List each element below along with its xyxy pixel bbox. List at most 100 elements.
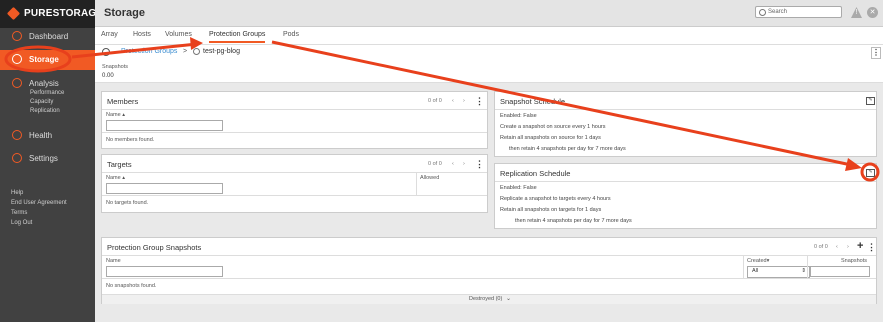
sidebar-item-label: Dashboard (29, 32, 69, 41)
tab-pods[interactable]: Pods (283, 31, 299, 38)
pg-snapshots-pager: 0 of 0 (814, 244, 828, 250)
sidebar-item-label: Analysis (29, 79, 59, 88)
breadcrumb-separator: > (183, 48, 188, 55)
pg-snapshots-menu-icon[interactable]: ⋮ (867, 242, 876, 253)
prev-page-icon[interactable]: ‹ (452, 98, 454, 104)
back-icon[interactable] (102, 48, 110, 56)
snapshot-schedule-title: Snapshot Schedule (500, 97, 566, 106)
members-menu-icon[interactable]: ⋮ (475, 96, 484, 107)
close-icon[interactable]: ✕ (867, 7, 878, 18)
replication-every-line: Replicate a snapshot to targets every 4 … (500, 196, 611, 202)
tab-array[interactable]: Array (101, 31, 118, 38)
targets-menu-icon[interactable]: ⋮ (475, 159, 484, 170)
pg-snapshots-name-filter[interactable] (106, 266, 223, 277)
sidebar-subitem-replication[interactable]: Replication (30, 108, 60, 114)
members-col-name[interactable]: Name ▴ (106, 112, 125, 118)
divider (495, 181, 876, 182)
col-label: Created (747, 258, 767, 264)
brand-name: PURESTORAGE (24, 8, 104, 19)
enabled-value: False (523, 185, 537, 191)
pg-snapshots-col-name[interactable]: Name (106, 258, 121, 264)
pg-snapshots-col-snapshots[interactable]: Snapshots (841, 258, 867, 264)
targets-title: Targets (107, 160, 132, 169)
breadcrumb: Protection Groups > test-pg-blog ⋮ (95, 45, 883, 61)
page-menu-icon[interactable]: ⋮ (871, 47, 881, 59)
divider (102, 278, 876, 279)
pg-snapshots-empty: No snapshots found. (106, 283, 157, 289)
snapshot-retain-line: Retain all snapshots on source for 1 day… (500, 135, 601, 141)
targets-panel: Targets 0 of 0 ‹ › ⋮ Name ▴ Allowed No t… (101, 154, 488, 213)
pg-snapshots-panel: Protection Group Snapshots 0 of 0 ‹ › + … (101, 237, 877, 304)
divider (102, 195, 487, 196)
col-label: Name (106, 175, 121, 181)
select-value: All (752, 268, 759, 274)
snapshots-value: 0.00 (102, 73, 114, 79)
search-placeholder: Search (768, 9, 788, 15)
sidebar-item-health[interactable]: Health (0, 126, 95, 146)
tab-bar: Array Hosts Volumes Protection Groups Po… (95, 27, 883, 45)
targets-pager: 0 of 0 (428, 161, 442, 167)
footer-link-help[interactable]: Help (11, 190, 23, 196)
next-page-icon[interactable]: › (463, 161, 465, 167)
divider (807, 255, 808, 278)
snapshot-schedule-edit-icon[interactable]: ✎ (866, 97, 875, 105)
logo[interactable]: PURESTORAGE (0, 0, 103, 28)
targets-name-filter[interactable] (106, 183, 223, 194)
add-snapshot-icon[interactable]: + (857, 240, 863, 252)
replication-schedule-edit-icon[interactable]: ✎ (866, 169, 875, 177)
prev-page-icon[interactable]: ‹ (836, 244, 838, 250)
sidebar-subitem-performance[interactable]: Performance (30, 90, 64, 96)
sidebar-item-storage[interactable]: Storage (0, 50, 95, 70)
sidebar-item-label: Health (29, 131, 53, 140)
search-input[interactable]: Search (755, 6, 842, 18)
breadcrumb-protection-groups[interactable]: Protection Groups (121, 48, 177, 55)
pg-snapshots-count-filter[interactable] (810, 266, 870, 277)
header: Storage Search ! ✕ (95, 0, 883, 27)
footer-link-eula[interactable]: End User Agreement (11, 200, 67, 206)
destroyed-bar[interactable]: Destroyed (0) ⌄ (102, 294, 876, 304)
footer-link-logout[interactable]: Log Out (11, 220, 32, 226)
members-title: Members (107, 97, 139, 106)
created-filter-select[interactable]: All ⇕ (747, 266, 810, 278)
members-panel: Members 0 of 0 ‹ › ⋮ Name ▴ No members f… (101, 91, 488, 149)
tab-protection-groups[interactable]: Protection Groups (209, 31, 266, 43)
pg-snapshots-title: Protection Group Snapshots (107, 243, 202, 252)
enabled-label: Enabled: (500, 113, 522, 119)
snapshot-create-line: Create a snapshot on source every 1 hour… (500, 124, 606, 130)
next-page-icon[interactable]: › (847, 244, 849, 250)
col-label: Name (106, 112, 121, 118)
enabled-value: False (523, 113, 537, 119)
divider (102, 109, 487, 110)
pg-snapshots-col-created[interactable]: Created▾ (747, 258, 769, 264)
targets-empty: No targets found. (106, 200, 149, 206)
sidebar-item-settings[interactable]: Settings (0, 149, 95, 169)
health-icon (12, 130, 22, 140)
replication-enabled: Enabled: False (500, 185, 537, 191)
next-page-icon[interactable]: › (463, 98, 465, 104)
chevron-down-icon: ⌄ (506, 296, 512, 302)
storage-icon (12, 54, 22, 64)
divider (102, 255, 876, 256)
snapshots-label: Snapshots (102, 64, 128, 70)
settings-icon (12, 153, 22, 163)
divider (743, 255, 744, 278)
sidebar-item-dashboard[interactable]: Dashboard (0, 27, 95, 47)
destroyed-toggle[interactable]: Destroyed (0) (469, 296, 502, 302)
tab-volumes[interactable]: Volumes (165, 31, 192, 38)
members-pager: 0 of 0 (428, 98, 442, 104)
members-name-filter[interactable] (106, 120, 223, 131)
search-icon (759, 9, 766, 16)
targets-col-allowed[interactable]: Allowed (420, 175, 439, 181)
targets-col-name[interactable]: Name ▴ (106, 175, 125, 181)
replication-schedule-title: Replication Schedule (500, 169, 571, 178)
pure-logo-icon (6, 6, 21, 21)
replication-then-retain-line: then retain 4 snapshots per day for 7 mo… (515, 218, 632, 224)
breadcrumb-current: test-pg-blog (203, 48, 240, 55)
tab-hosts[interactable]: Hosts (133, 31, 151, 38)
prev-page-icon[interactable]: ‹ (452, 161, 454, 167)
replication-retain-line: Retain all snapshots on targets for 1 da… (500, 207, 602, 213)
footer-link-terms[interactable]: Terms (11, 210, 27, 216)
divider (416, 172, 417, 195)
sidebar-subitem-capacity[interactable]: Capacity (30, 99, 53, 105)
alert-icon[interactable]: ! (851, 7, 862, 18)
